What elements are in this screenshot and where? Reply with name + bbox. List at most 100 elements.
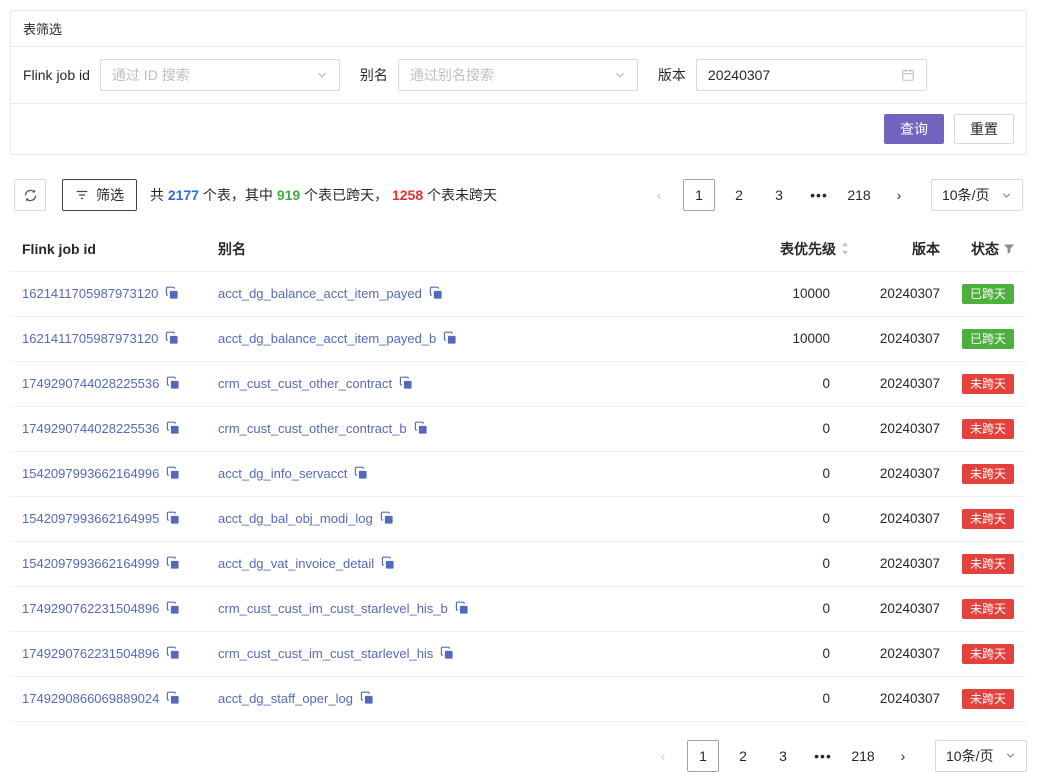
priority-value: 0 xyxy=(640,451,860,496)
job-id-link[interactable]: 1749290744028225536 xyxy=(22,376,159,391)
job-id-link[interactable]: 1749290762231504896 xyxy=(22,646,159,661)
table-row: 1749290762231504896 crm_cust_cust_im_cust… xyxy=(10,586,1027,631)
col-alias: 别名 xyxy=(206,227,640,271)
version-label: 版本 xyxy=(658,65,686,85)
copy-icon[interactable] xyxy=(165,286,179,300)
page-button-218[interactable]: 218 xyxy=(843,179,875,211)
copy-icon[interactable] xyxy=(166,691,180,705)
table-row: 1749290762231504896 crm_cust_cust_im_cust… xyxy=(10,631,1027,676)
alias-link[interactable]: crm_cust_cust_other_contract xyxy=(218,376,392,391)
next-page-button[interactable]: › xyxy=(883,179,915,211)
copy-icon[interactable] xyxy=(166,466,180,480)
alias-link[interactable]: acct_dg_vat_invoice_detail xyxy=(218,556,374,571)
page-size-value: 10条/页 xyxy=(946,746,993,766)
table-row: 1621411705987973120 acct_dg_balance_acct_… xyxy=(10,316,1027,361)
priority-value: 0 xyxy=(640,541,860,586)
search-button[interactable]: 查询 xyxy=(884,114,944,144)
col-priority[interactable]: 表优先级 xyxy=(640,227,860,271)
copy-icon[interactable] xyxy=(166,376,180,390)
page-button-2[interactable]: 2 xyxy=(723,179,755,211)
refresh-button[interactable] xyxy=(14,179,46,211)
col-version: 版本 xyxy=(860,227,950,271)
copy-icon[interactable] xyxy=(381,556,395,570)
job-id-link[interactable]: 1621411705987973120 xyxy=(22,286,158,301)
copy-icon[interactable] xyxy=(166,421,180,435)
table-row: 1542097993662164996 acct_dg_info_servacct… xyxy=(10,451,1027,496)
status-badge: 未跨天 xyxy=(962,644,1014,664)
job-id-link[interactable]: 1749290744028225536 xyxy=(22,421,159,436)
page-ellipsis[interactable]: ••• xyxy=(803,179,835,211)
alias-link[interactable]: crm_cust_cust_im_cust_starlevel_his_b xyxy=(218,601,448,616)
alias-link[interactable]: acct_dg_staff_oper_log xyxy=(218,691,353,706)
status-badge: 未跨天 xyxy=(962,554,1014,574)
table-row: 1749290744028225536 crm_cust_cust_other_c… xyxy=(10,406,1027,451)
copy-icon[interactable] xyxy=(166,646,180,660)
copy-icon[interactable] xyxy=(443,331,457,345)
alias-link[interactable]: crm_cust_cust_other_contract_b xyxy=(218,421,407,436)
status-badge: 未跨天 xyxy=(962,599,1014,619)
copy-icon[interactable] xyxy=(166,601,180,615)
alias-link[interactable]: acct_dg_balance_acct_item_payed xyxy=(218,286,422,301)
job-id-link[interactable]: 1749290866069889024 xyxy=(22,691,159,706)
sort-icon[interactable] xyxy=(840,241,850,256)
version-date-input[interactable]: 20240307 xyxy=(696,59,927,91)
chevron-down-icon xyxy=(614,69,626,81)
calendar-icon xyxy=(901,68,915,82)
copy-icon[interactable] xyxy=(380,511,394,525)
copy-icon[interactable] xyxy=(354,466,368,480)
status-badge: 已跨天 xyxy=(962,329,1014,349)
job-id-link[interactable]: 1749290762231504896 xyxy=(22,601,159,616)
copy-icon[interactable] xyxy=(165,331,179,345)
flink-job-id-placeholder: 通过 ID 搜索 xyxy=(112,65,190,85)
page: 表筛选 Flink job id 通过 ID 搜索 别名 通过别名搜索 xyxy=(0,0,1037,767)
flink-job-id-select[interactable]: 通过 ID 搜索 xyxy=(100,59,340,91)
copy-icon[interactable] xyxy=(399,376,413,390)
page-size-select[interactable]: 10条/页 xyxy=(931,179,1023,211)
alias-link[interactable]: acct_dg_balance_acct_item_payed_b xyxy=(218,331,436,346)
status-badge: 未跨天 xyxy=(962,464,1014,484)
prev-page-button: ‹ xyxy=(643,179,675,211)
field-version: 版本 20240307 xyxy=(658,59,927,91)
alias-link[interactable]: acct_dg_info_servacct xyxy=(218,466,347,481)
job-id-link[interactable]: 1542097993662164999 xyxy=(22,556,159,571)
job-id-link[interactable]: 1621411705987973120 xyxy=(22,331,158,346)
copy-icon[interactable] xyxy=(455,601,469,615)
priority-value: 0 xyxy=(640,631,860,676)
status-badge: 未跨天 xyxy=(962,374,1014,394)
table-row: 1749290866069889024 acct_dg_staff_oper_lo… xyxy=(10,676,1027,721)
version-value: 20240307 xyxy=(860,676,950,721)
summary-suffix: 个表未跨天 xyxy=(423,187,497,203)
job-id-link[interactable]: 1542097993662164995 xyxy=(22,511,159,526)
copy-icon[interactable] xyxy=(360,691,374,705)
copy-icon[interactable] xyxy=(414,421,428,435)
priority-value: 0 xyxy=(640,496,860,541)
version-value: 20240307 xyxy=(860,316,950,361)
filter-funnel-icon[interactable] xyxy=(1003,243,1015,255)
table-header-row: Flink job id 别名 表优先级 版本 状态 xyxy=(10,227,1027,271)
page-button-3[interactable]: 3 xyxy=(763,179,795,211)
filter-toggle-label: 筛选 xyxy=(96,185,124,205)
version-value: 20240307 xyxy=(860,451,950,496)
col-status-label: 状态 xyxy=(971,239,999,259)
reset-button[interactable]: 重置 xyxy=(954,114,1014,144)
alias-link[interactable]: acct_dg_bal_obj_modi_log xyxy=(218,511,373,526)
job-id-link[interactable]: 1542097993662164996 xyxy=(22,466,159,481)
priority-value: 10000 xyxy=(640,271,860,316)
table-body: 1621411705987973120 acct_dg_balance_acct_… xyxy=(10,271,1027,721)
filter-toggle-button[interactable]: 筛选 xyxy=(62,179,137,211)
summary-total: 2177 xyxy=(168,187,199,203)
priority-value: 0 xyxy=(640,586,860,631)
page-button-1[interactable]: 1 xyxy=(683,179,715,211)
copy-icon[interactable] xyxy=(440,646,454,660)
filter-actions: 查询 重置 xyxy=(11,104,1026,154)
version-value: 20240307 xyxy=(860,406,950,451)
copy-icon[interactable] xyxy=(429,286,443,300)
table-row: 1542097993662164999 acct_dg_vat_invoice_d… xyxy=(10,541,1027,586)
copy-icon[interactable] xyxy=(166,556,180,570)
summary-crossed: 919 xyxy=(277,187,300,203)
refresh-icon xyxy=(23,188,38,203)
table-row: 1749290744028225536 crm_cust_cust_other_c… xyxy=(10,361,1027,406)
alias-link[interactable]: crm_cust_cust_im_cust_starlevel_his xyxy=(218,646,433,661)
copy-icon[interactable] xyxy=(166,511,180,525)
alias-select[interactable]: 通过别名搜索 xyxy=(398,59,638,91)
